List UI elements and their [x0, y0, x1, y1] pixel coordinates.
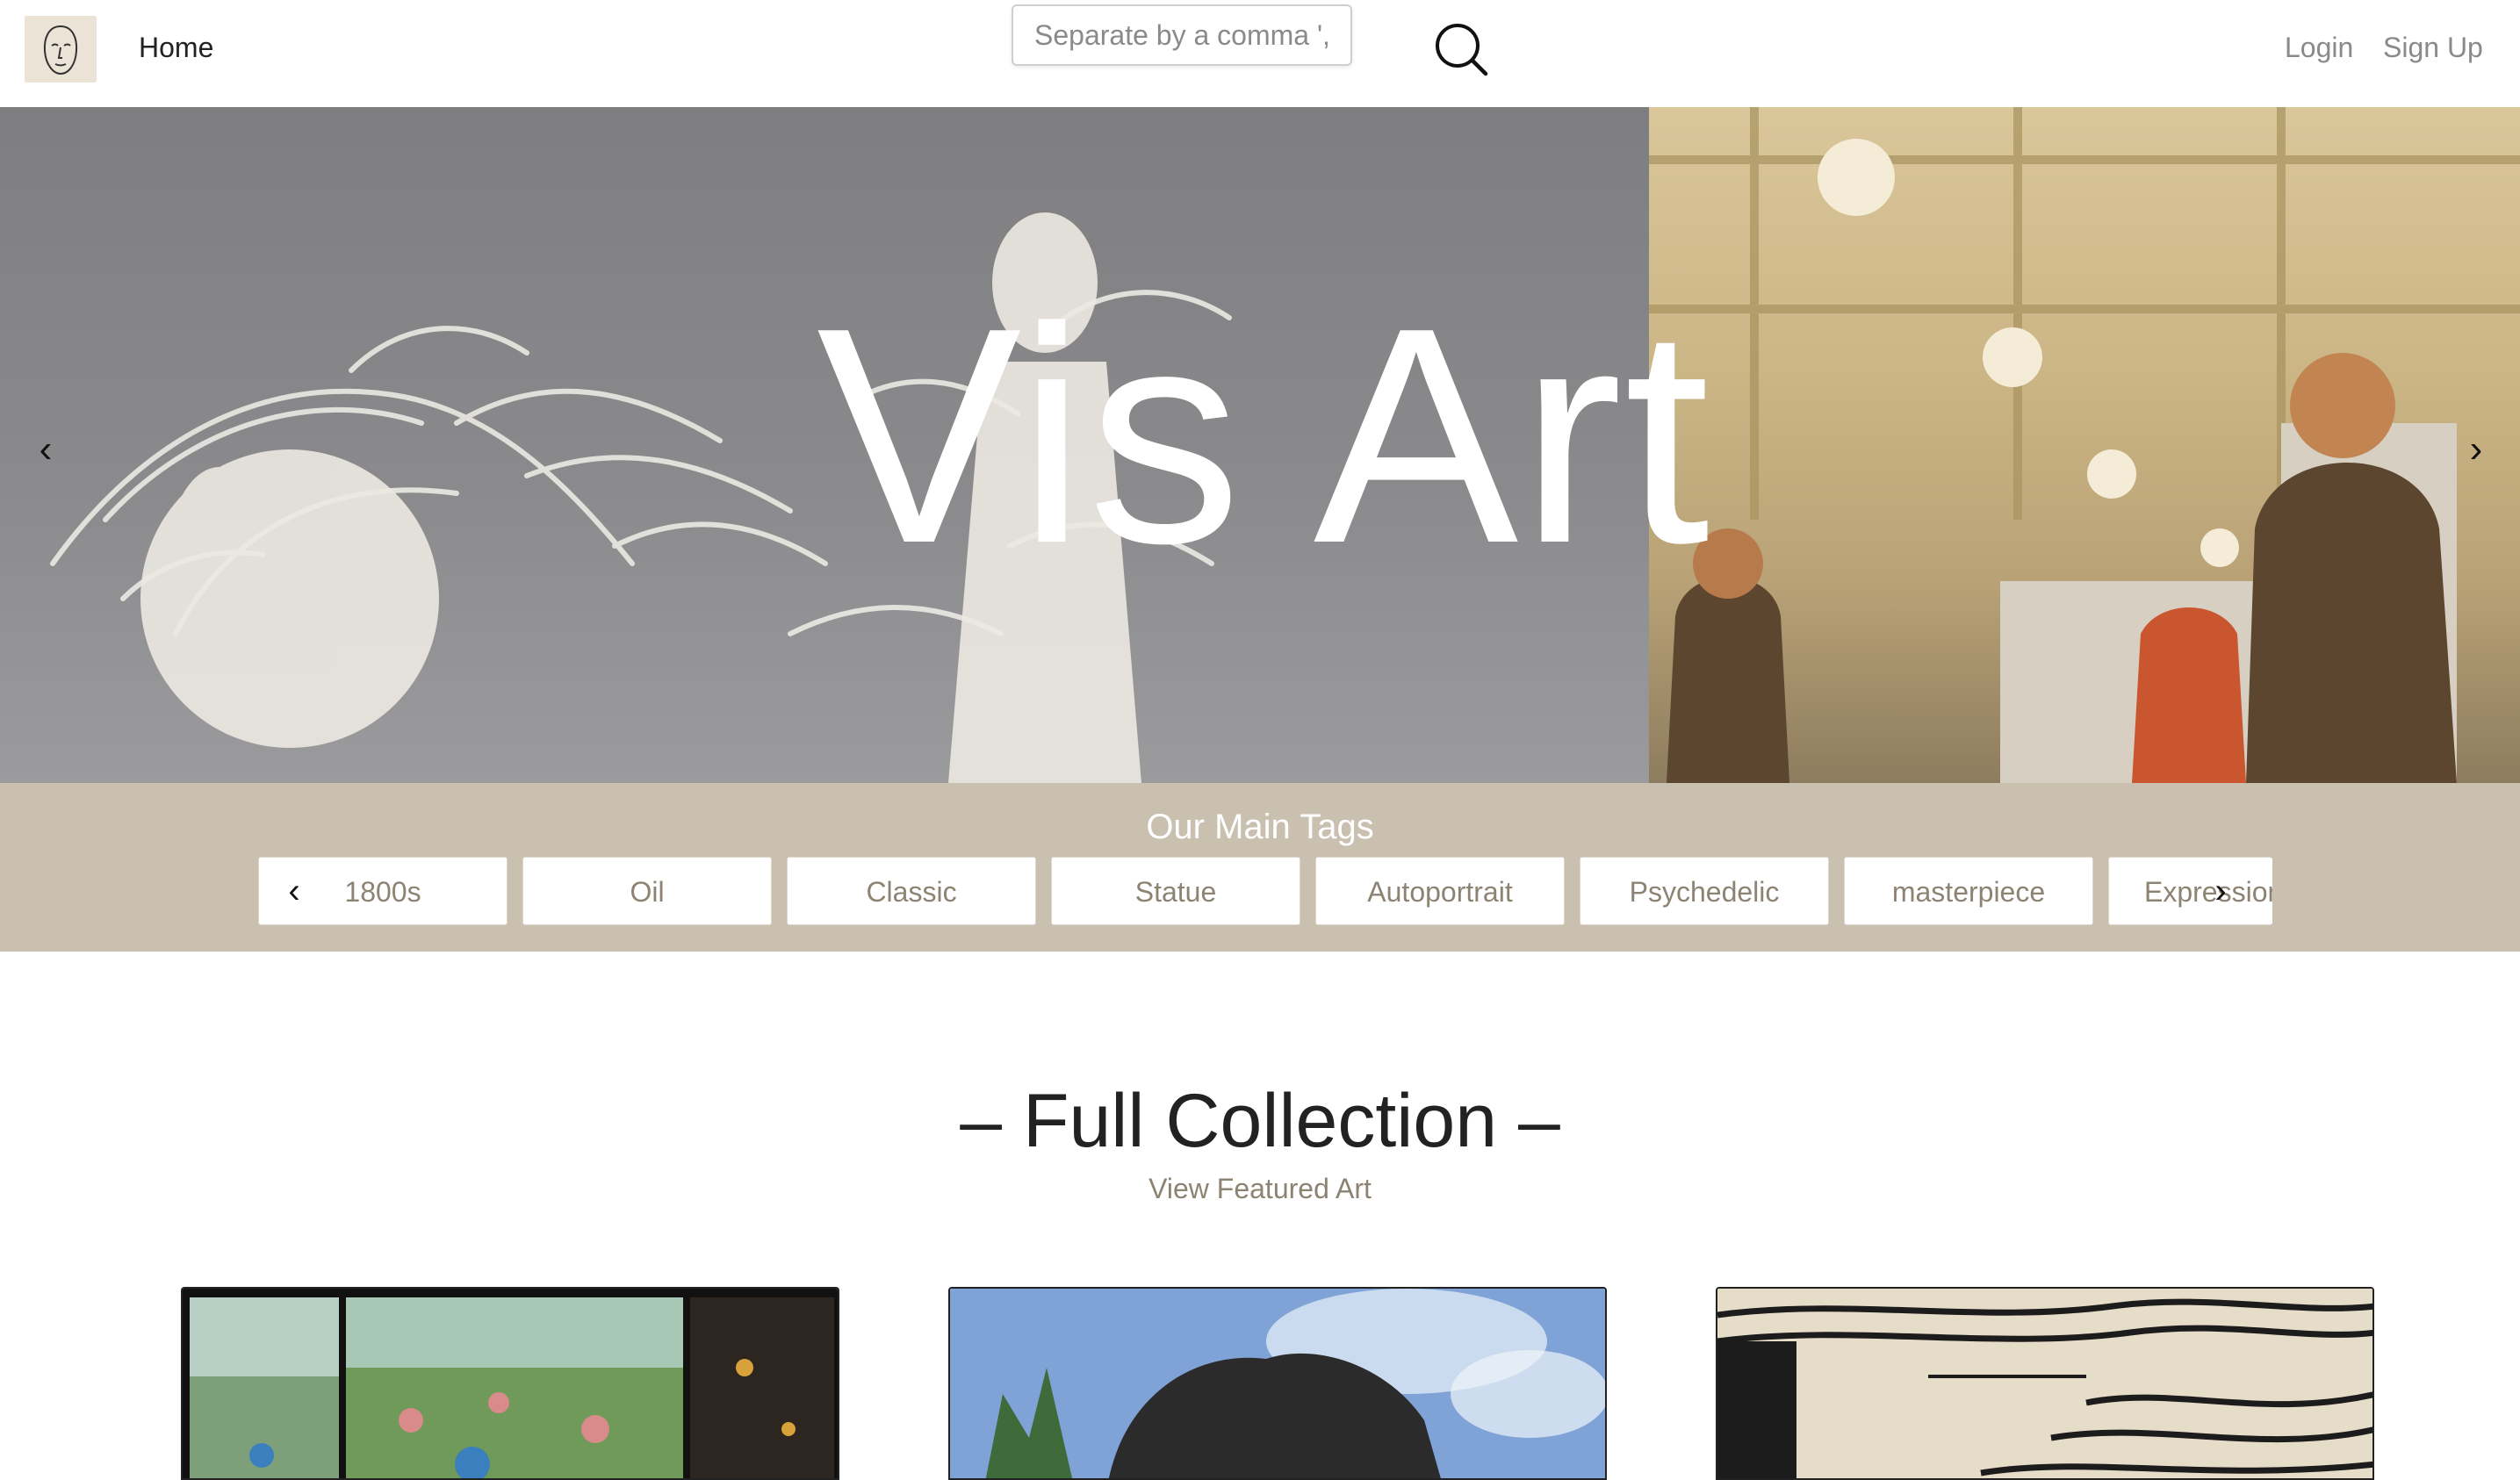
artwork-card-thinker-statue[interactable]: [948, 1287, 1607, 1480]
triptych-painting-image: [183, 1289, 838, 1478]
hero-prev-button[interactable]: ‹: [19, 423, 72, 476]
tag-masterpiece[interactable]: masterpiece: [1844, 857, 2093, 925]
tag-expression[interactable]: Expression: [2108, 857, 2272, 925]
office-painting-illustration: [1649, 107, 2520, 783]
view-featured-art-link[interactable]: View Featured Art: [0, 1173, 2520, 1205]
tag-statue[interactable]: Statue: [1051, 857, 1300, 925]
tags-heading: Our Main Tags: [1146, 808, 1374, 846]
signup-link[interactable]: Sign Up: [2383, 32, 2483, 64]
chevron-left-icon: ‹: [288, 872, 300, 910]
top-navbar: Home Login Sign Up: [0, 0, 2520, 107]
tags-prev-button[interactable]: ‹: [272, 857, 316, 925]
tags-carousel: 1800s Oil Classic Statue Autoportrait Ps…: [258, 857, 2272, 927]
tags-next-button[interactable]: ›: [2199, 857, 2243, 925]
tag-autoportrait[interactable]: Autoportrait: [1315, 857, 1565, 925]
face-line-drawing-icon: [43, 25, 78, 75]
tag-oil[interactable]: Oil: [522, 857, 772, 925]
search-input[interactable]: [1012, 4, 1352, 66]
tag-classic[interactable]: Classic: [787, 857, 1036, 925]
nav-home-link[interactable]: Home: [139, 32, 213, 64]
chevron-left-icon: ‹: [39, 427, 53, 471]
chevron-right-icon: ›: [2214, 872, 2227, 910]
chevron-right-icon: ›: [2469, 427, 2483, 471]
site-logo[interactable]: [25, 16, 97, 83]
main-tags-section: Our Main Tags 1800s Oil Classic Statue A…: [0, 783, 2520, 952]
statue-photo-image: [950, 1289, 1605, 1478]
hero-carousel: Vis Art ‹ ›: [0, 107, 2520, 783]
scream-print-image: [1717, 1289, 2372, 1478]
search-button[interactable]: [1431, 19, 1493, 81]
search-icon: [1436, 24, 1488, 76]
tag-psychedelic[interactable]: Psychedelic: [1580, 857, 1829, 925]
artwork-card-garden-of-earthly-delights[interactable]: [181, 1287, 839, 1480]
login-link[interactable]: Login: [2285, 32, 2353, 64]
collection-heading: – Full Collection –: [960, 1079, 1560, 1163]
hero-title: Vis Art: [817, 264, 1712, 607]
hero-next-button[interactable]: ›: [2450, 423, 2502, 476]
artwork-card-the-scream[interactable]: [1716, 1287, 2374, 1480]
hero-image-office-painting: [1649, 107, 2520, 783]
